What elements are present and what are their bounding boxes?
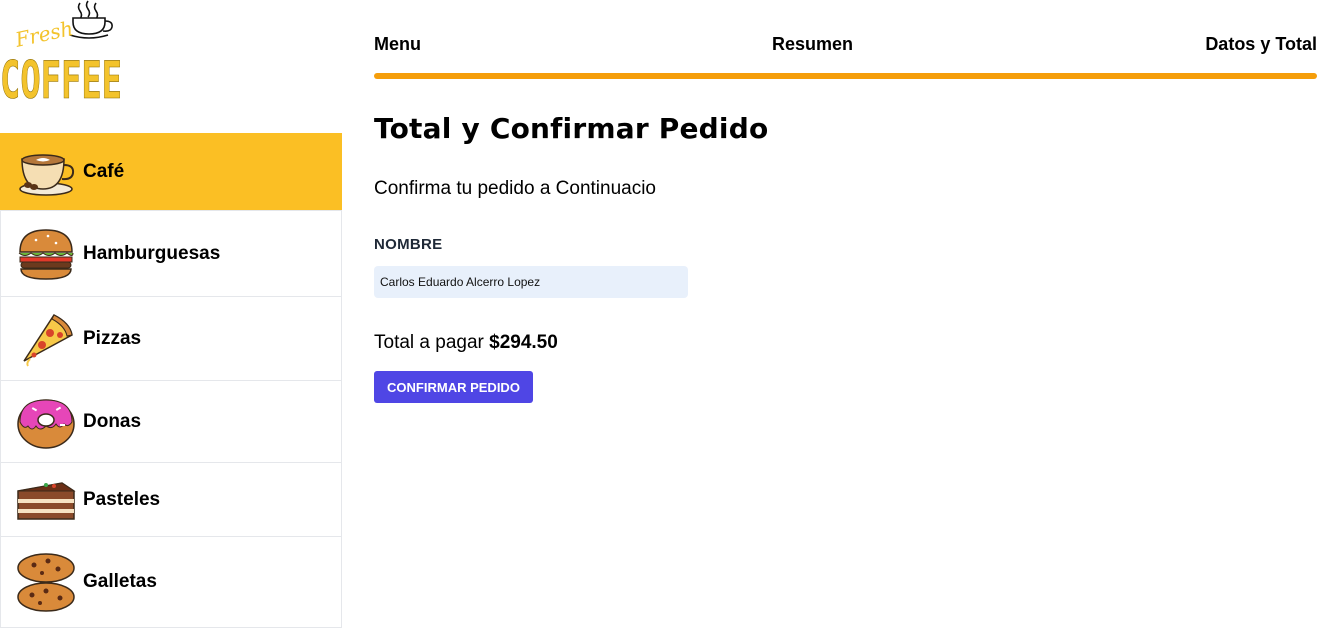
sidebar-item-label: Donas [83, 410, 142, 432]
sidebar-item-label: Pizzas [83, 327, 142, 349]
sidebar-item-galletas[interactable]: Galletas [0, 536, 342, 628]
cake-slice-icon [16, 470, 76, 530]
coffee-cup-icon [16, 142, 76, 202]
pizza-slice-icon [16, 309, 76, 369]
donut-icon [16, 392, 76, 452]
svg-text:COFFEE: COFFEE [0, 51, 122, 104]
checkout-steps: Menu Resumen Datos y Total [374, 34, 1317, 58]
sidebar-item-cafe[interactable]: Café [0, 133, 342, 210]
sidebar-item-donas[interactable]: Donas [0, 380, 342, 462]
page-subtitle: Confirma tu pedido a Continuacio [374, 178, 657, 199]
progress-bar [374, 73, 1317, 79]
sidebar-item-label: Café [83, 161, 125, 182]
coffee-cup-icon [69, 0, 113, 39]
step-resumen[interactable]: Resumen [772, 34, 853, 55]
sidebar: Fresh COFFEE Café Hamburguesas Pizzas Do… [0, 0, 342, 639]
hamburger-icon [16, 224, 76, 284]
page-title: Total y Confirmar Pedido [374, 112, 769, 145]
step-menu[interactable]: Menu [374, 34, 421, 55]
sidebar-item-label: Pasteles [83, 488, 161, 510]
fresh-coffee-logo: Fresh COFFEE [0, 0, 124, 111]
name-label: NOMBRE [374, 236, 443, 253]
sidebar-item-label: Galletas [83, 571, 157, 592]
total-amount: $294.50 [489, 332, 558, 353]
sidebar-item-pasteles[interactable]: Pasteles [0, 462, 342, 536]
category-list: Café Hamburguesas Pizzas Donas Pasteles … [0, 133, 342, 628]
cookies-icon [16, 552, 76, 612]
svg-text:Fresh: Fresh [12, 16, 75, 52]
confirm-order-button[interactable]: CONFIRMAR PEDIDO [374, 371, 533, 403]
sidebar-item-hamburguesas[interactable]: Hamburguesas [0, 210, 342, 296]
sidebar-item-label: Hamburguesas [83, 242, 221, 264]
total-line: Total a pagar $294.50 [374, 332, 558, 354]
sidebar-item-pizzas[interactable]: Pizzas [0, 296, 342, 380]
name-input[interactable] [374, 266, 688, 298]
step-datos-total[interactable]: Datos y Total [1205, 34, 1317, 55]
total-label: Total a pagar [374, 332, 484, 353]
